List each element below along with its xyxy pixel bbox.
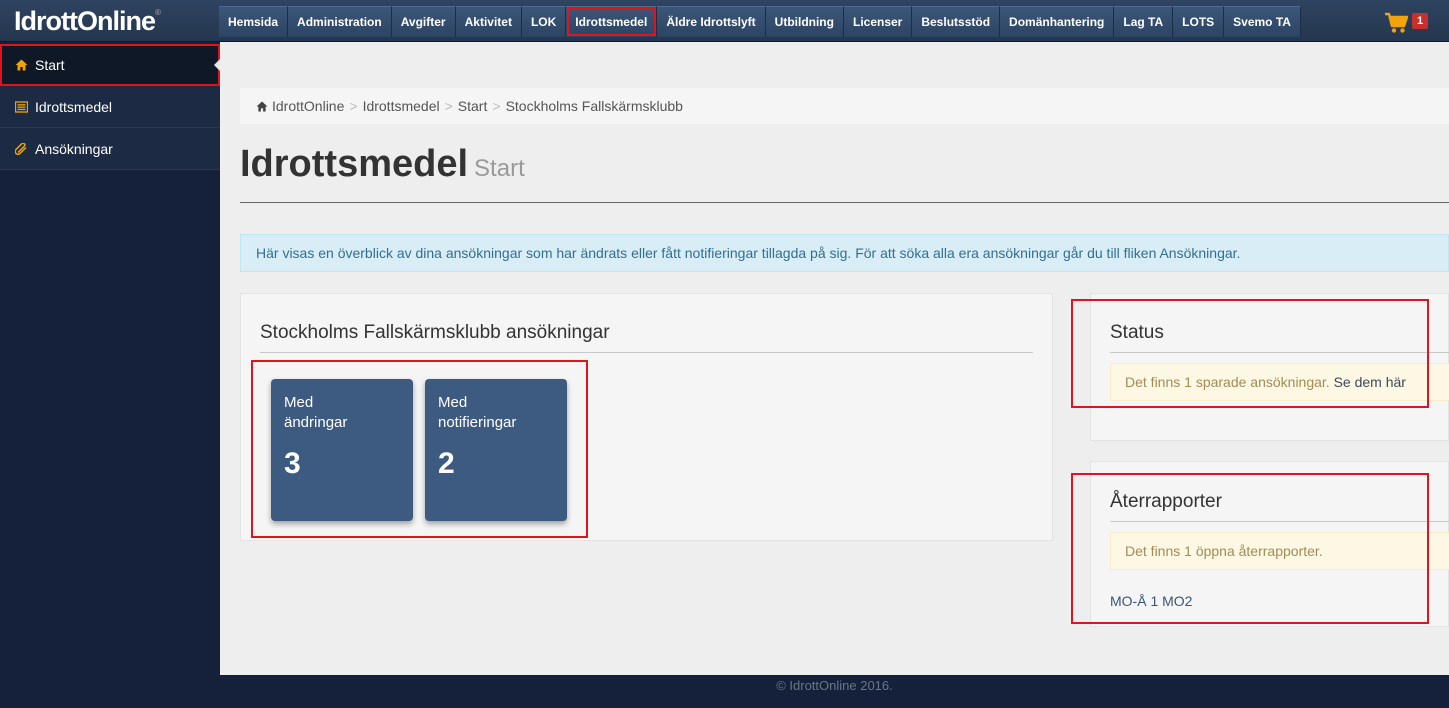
page-subtitle: Start — [474, 155, 525, 182]
main-content: IdrottOnline > Idrottsmedel > Start > Stockhol… — [220, 42, 1449, 675]
sidebar-item-start[interactable]: Start — [0, 44, 220, 86]
tile-value: 3 — [284, 447, 301, 480]
breadcrumb-separator: > — [349, 98, 358, 114]
reports-panel: Återrapporter Det finns 1 öppna återrapp… — [1090, 461, 1449, 627]
report-link-mo-a-1-mo2[interactable]: MO-Å 1 MO2 — [1110, 593, 1192, 609]
applications-panel: Stockholms Fallskärmsklubb ansökningar M… — [240, 293, 1053, 541]
info-alert: Här visas en överblick av dina ansökning… — [240, 234, 1449, 272]
shopping-cart-icon[interactable] — [1384, 12, 1408, 34]
panel-divider — [1110, 521, 1449, 522]
breadcrumb: IdrottOnline > Idrottsmedel > Start > Stockhol… — [240, 88, 1449, 124]
status-warning: Det finns 1 sparade ansökningar. Se dem … — [1110, 363, 1449, 401]
breadcrumb-item-club: Stockholms Fallskärmsklubb — [505, 98, 683, 114]
sidebar-item-label: Ansökningar — [35, 141, 113, 157]
nav-item-idrottsmedel[interactable]: Idrottsmedel — [566, 6, 658, 37]
brand-logo[interactable]: IdrottOnline® — [14, 6, 161, 37]
nav-item-licenser[interactable]: Licenser — [843, 6, 913, 37]
tile-med-andringar[interactable]: Med ändringar 3 — [271, 379, 413, 521]
status-panel-title: Status — [1110, 322, 1164, 343]
nav-item-domanhantering[interactable]: Domänhantering — [1000, 6, 1115, 37]
nav-item-lots[interactable]: LOTS — [1173, 6, 1225, 37]
tile-med-notifieringar[interactable]: Med notifieringar 2 — [425, 379, 567, 521]
nav-item-aldre-idrottslyft[interactable]: Äldre Idrottslyft — [657, 6, 766, 37]
status-panel: Status Det finns 1 sparade ansökningar. … — [1090, 293, 1449, 441]
footer: © IdrottOnline 2016. — [220, 675, 1449, 708]
nav-item-utbildning[interactable]: Utbildning — [765, 6, 844, 37]
status-link[interactable]: Se dem här — [1334, 374, 1406, 390]
breadcrumb-item-idrottsmedel[interactable]: Idrottsmedel — [363, 98, 440, 114]
reports-panel-title: Återrapporter — [1110, 491, 1222, 512]
nav-item-lok[interactable]: LOK — [521, 6, 567, 37]
sidebar-item-label: Start — [35, 57, 65, 73]
panel-divider — [1110, 352, 1449, 353]
nav-item-aktivitet[interactable]: Aktivitet — [455, 6, 522, 37]
breadcrumb-item-start[interactable]: Start — [458, 98, 488, 114]
sidebar: Start Idrottsmedel Ansökningar — [0, 42, 220, 708]
nav-item-avgifter[interactable]: Avgifter — [391, 6, 456, 37]
home-icon — [15, 59, 28, 71]
title-divider — [240, 202, 1449, 203]
main-nav: Hemsida Administration Avgifter Aktivite… — [219, 6, 1301, 37]
page-title: Idrottsmedel Start — [240, 143, 525, 185]
top-bar: IdrottOnline® Hemsida Administration Avg… — [0, 0, 1449, 42]
list-icon — [15, 101, 28, 113]
breadcrumb-item-idrottonline[interactable]: IdrottOnline — [272, 98, 344, 114]
tile-label: Med notifieringar — [438, 394, 517, 431]
nav-item-svemo-ta[interactable]: Svemo TA — [1224, 6, 1301, 37]
tile-value: 2 — [438, 447, 455, 480]
cart-count-badge: 1 — [1412, 13, 1428, 29]
breadcrumb-separator: > — [444, 98, 453, 114]
tile-label: Med ändringar — [284, 394, 348, 431]
sidebar-item-label: Idrottsmedel — [35, 99, 113, 115]
reports-warning: Det finns 1 öppna återrapporter. — [1110, 532, 1449, 570]
panel-divider — [260, 352, 1033, 353]
nav-item-lag-ta[interactable]: Lag TA — [1114, 6, 1174, 37]
applications-panel-title: Stockholms Fallskärmsklubb ansökningar — [260, 322, 610, 343]
nav-item-administration[interactable]: Administration — [288, 6, 392, 37]
nav-item-hemsida[interactable]: Hemsida — [219, 6, 289, 37]
home-icon — [256, 101, 268, 112]
sidebar-item-ansokningar[interactable]: Ansökningar — [0, 128, 220, 170]
sidebar-item-idrottsmedel[interactable]: Idrottsmedel — [0, 86, 220, 128]
nav-item-beslutsstod[interactable]: Beslutsstöd — [912, 6, 1001, 37]
paperclip-icon — [15, 143, 27, 155]
breadcrumb-separator: > — [492, 98, 501, 114]
status-message: Det finns 1 sparade ansökningar. — [1125, 374, 1330, 390]
